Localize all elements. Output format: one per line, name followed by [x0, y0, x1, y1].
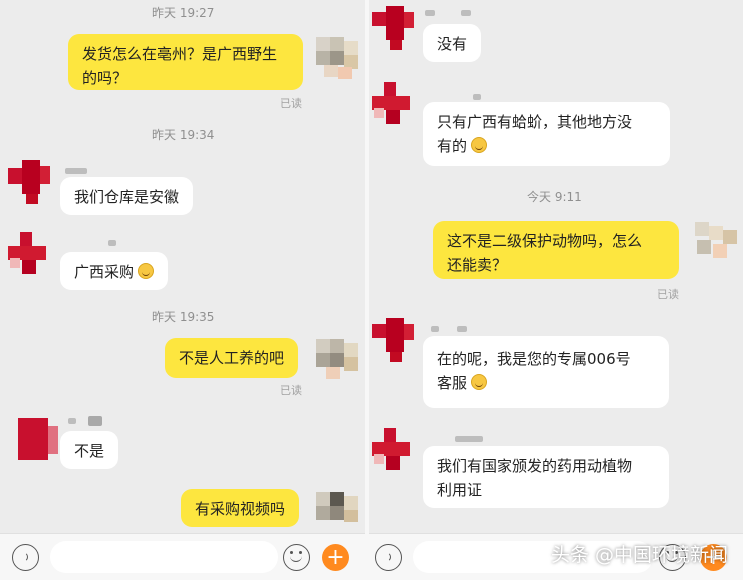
- user-avatar[interactable]: [316, 492, 360, 536]
- input-bar: +: [0, 533, 369, 580]
- smiling-face-emoji: [471, 137, 488, 153]
- message-input[interactable]: [50, 541, 278, 573]
- user-avatar[interactable]: [695, 222, 739, 266]
- sender-name-blur: [431, 326, 439, 332]
- message-text: 有的: [437, 137, 468, 155]
- message-bubble-received[interactable]: 我们有国家颁发的药用动植物 利用证: [423, 446, 669, 508]
- message-text: 我们有国家颁发的药用动植物: [437, 457, 633, 475]
- message-bubble-received[interactable]: 没有: [423, 24, 482, 62]
- message-text: 没有: [437, 35, 468, 53]
- message-bubble-received[interactable]: 在的呢，我是您的专属006号 客服: [423, 336, 669, 408]
- message-text: 这不是二级保护动物吗，怎么: [447, 232, 643, 250]
- timestamp: 昨天 19:35: [152, 310, 215, 324]
- timestamp: 昨天 19:34: [152, 128, 215, 142]
- message-text: 还能卖？: [447, 256, 508, 274]
- sender-name-blur: [425, 10, 435, 16]
- read-receipt: 已读: [657, 288, 679, 301]
- shop-avatar[interactable]: [372, 428, 416, 472]
- message-text: 利用证: [437, 481, 483, 499]
- message-text: 广西采购: [74, 263, 135, 281]
- message-bubble-received[interactable]: 我们仓库是安徽: [60, 177, 194, 215]
- message-bubble-sent[interactable]: 不是人工养的吧: [165, 338, 299, 378]
- timestamp: 昨天 19:27: [152, 6, 215, 20]
- plus-icon[interactable]: +: [322, 544, 349, 571]
- left-chat-panel: 昨天 19:27 发货怎么在亳州？是广西野生 的吗？ 已读 昨天 19:34 我…: [0, 0, 369, 580]
- smiling-face-emoji: [471, 374, 488, 390]
- sender-name-blur: [455, 436, 483, 442]
- shop-avatar[interactable]: [372, 6, 416, 50]
- message-bubble-sent[interactable]: 这不是二级保护动物吗，怎么 还能卖？: [433, 221, 679, 279]
- user-avatar[interactable]: [316, 339, 360, 383]
- emoji-icon[interactable]: [283, 544, 310, 571]
- message-text: 有采购视频吗: [195, 500, 286, 518]
- message-text: 客服: [437, 374, 468, 392]
- sender-name-blur: [461, 10, 471, 16]
- shop-avatar[interactable]: [372, 318, 416, 362]
- timestamp: 今天 9:11: [527, 190, 582, 204]
- sender-name-blur: [108, 240, 116, 246]
- shop-avatar[interactable]: [372, 82, 416, 126]
- sender-name-blur: [68, 418, 76, 424]
- voice-icon[interactable]: [12, 544, 39, 571]
- message-text: 不是: [74, 442, 105, 460]
- message-bubble-received[interactable]: 不是: [60, 431, 119, 469]
- user-avatar[interactable]: [316, 37, 360, 81]
- right-chat-panel: 没有 只有广西有蛤蚧，其他地方没 有的 今天 9:11 这不是二级保护动物吗，怎…: [369, 0, 743, 580]
- message-bubble-sent[interactable]: 发货怎么在亳州？是广西野生 的吗？: [68, 34, 303, 90]
- watermark: 头条 @中国环境新闻: [551, 544, 729, 566]
- message-text: 在的呢，我是您的专属006号: [437, 350, 631, 368]
- read-receipt: 已读: [280, 97, 302, 110]
- shop-avatar[interactable]: [8, 232, 52, 276]
- read-receipt: 已读: [280, 384, 302, 397]
- message-text: 发货怎么在亳州？是广西野生: [82, 45, 278, 63]
- smiling-face-emoji: [138, 263, 155, 279]
- message-text: 的吗？: [82, 69, 128, 87]
- message-text: 只有广西有蛤蚧，其他地方没: [437, 113, 633, 131]
- message-text: 不是人工养的吧: [179, 349, 285, 367]
- voice-icon[interactable]: [375, 544, 402, 571]
- message-bubble-received[interactable]: 只有广西有蛤蚧，其他地方没 有的: [423, 102, 670, 166]
- sender-name-blur: [457, 326, 467, 332]
- sender-name-blur: [88, 416, 102, 426]
- message-bubble-received[interactable]: 广西采购: [60, 252, 169, 290]
- message-text: 我们仓库是安徽: [74, 188, 180, 206]
- sender-name-blur: [473, 94, 481, 100]
- sender-name-blur: [65, 168, 87, 174]
- shop-avatar[interactable]: [18, 418, 62, 462]
- shop-avatar[interactable]: [8, 160, 52, 204]
- message-bubble-sent[interactable]: 有采购视频吗: [181, 489, 300, 527]
